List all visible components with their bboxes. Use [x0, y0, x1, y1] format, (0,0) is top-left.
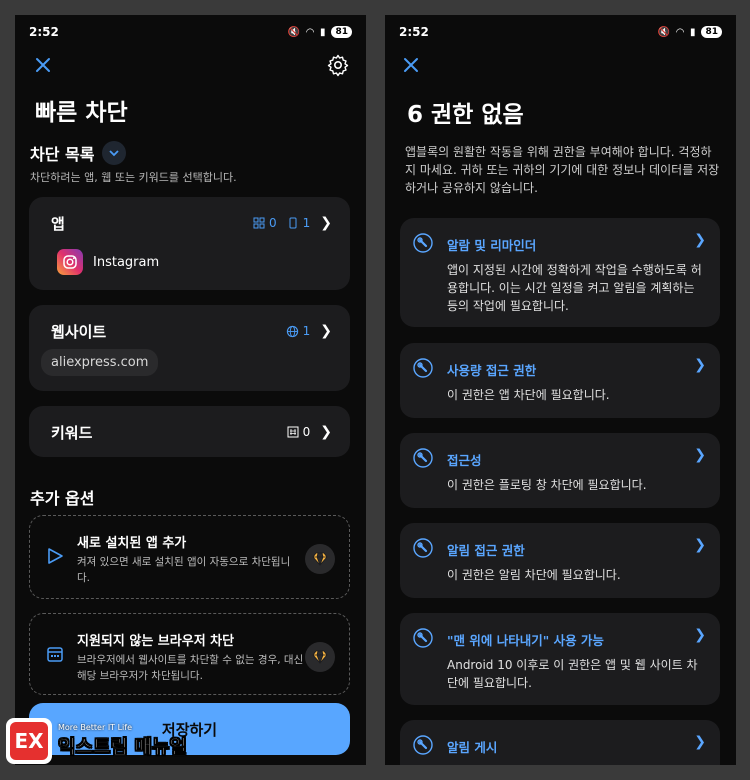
block-list-header: 차단 목록: [30, 141, 127, 165]
chevron-right-icon: ❯: [320, 424, 332, 440]
mute-icon: 🔇: [657, 26, 671, 38]
status-bar: 2:52 🔇 ◠ ▮ 81: [385, 15, 736, 49]
page-title: 빠른 차단: [35, 100, 128, 126]
chevron-right-icon: ❯: [320, 323, 332, 339]
chevron-right-icon: ❯: [694, 537, 706, 553]
permission-card[interactable]: 알람 및 리마인더 ❯ 앱이 지정된 시간에 정확하게 작업을 수행하도록 허용…: [400, 218, 720, 327]
permissions-screen: 2:52 🔇 ◠ ▮ 81 6 권한 없음 앱블록의 원활한 작동을 위해 권한…: [385, 15, 736, 765]
battery-icon: 81: [701, 26, 722, 38]
apps-card[interactable]: 앱 0 1 ❯ Instagram: [29, 197, 350, 290]
premium-gem-button[interactable]: [305, 544, 335, 574]
page-title: 6 권한 없음: [407, 102, 524, 128]
chevron-down-icon: [109, 150, 120, 157]
block-list-expand-button[interactable]: [102, 141, 127, 165]
logo-mark-text: EX: [10, 722, 48, 760]
permission-card[interactable]: "맨 위에 나타내기" 사용 가능 ❯ Android 10 이후로 이 권한은…: [400, 613, 720, 705]
keyword-icon: [287, 426, 299, 438]
settings-gear-icon[interactable]: [326, 53, 350, 77]
websites-card[interactable]: 웹사이트 1 ❯ aliexpress.com: [29, 305, 350, 391]
permission-desc: 이 권한은 알림 차단에 필요합니다.: [447, 568, 621, 582]
wrench-icon: [413, 628, 433, 648]
keywords-count-value: 0: [302, 425, 311, 439]
close-icon[interactable]: [31, 53, 55, 77]
status-icons: 🔇 ◠ ▮ 81: [658, 26, 722, 38]
app-item-label: Instagram: [93, 254, 160, 270]
permission-desc: 이 권한은 플로팅 창 차단에 필요합니다.: [447, 478, 647, 492]
option-new-apps[interactable]: 새로 설치된 앱 추가 켜져 있으면 새로 설치된 앱이 자동으로 차단됩니다.: [29, 515, 350, 599]
signal-icon: ▮: [689, 26, 696, 38]
mute-icon: 🔇: [287, 26, 301, 38]
watermark-logo: EX More Better IT Life 익스트림 매뉴얼: [6, 718, 187, 764]
chevron-right-icon: ❯: [694, 447, 706, 463]
permission-title: 알림 게시: [447, 740, 498, 755]
permission-card[interactable]: 알림 접근 권한 ❯ 이 권한은 알림 차단에 필요합니다.: [400, 523, 720, 598]
extra-options-heading: 추가 옵션: [30, 489, 95, 508]
wrench-icon: [413, 538, 433, 558]
status-bar: 2:52 🔇 ◠ ▮ 81: [15, 15, 366, 49]
permission-title: 알림 접근 권한: [447, 543, 525, 558]
permission-card[interactable]: 사용량 접근 권한 ❯ 이 권한은 앱 차단에 필요합니다.: [400, 343, 720, 418]
permission-title: 알람 및 리마인더: [447, 238, 537, 253]
keywords-count: 0 ❯: [287, 424, 332, 440]
permission-card[interactable]: 접근성 ❯ 이 권한은 플로팅 창 차단에 필요합니다.: [400, 433, 720, 508]
grid-apps-icon: [253, 217, 265, 229]
logo-mark: EX: [6, 718, 52, 764]
keywords-title: 키워드: [51, 424, 93, 442]
phone-icon: [289, 217, 297, 229]
chevron-right-icon: ❯: [694, 357, 706, 373]
apps-counts: 0 1 ❯: [253, 215, 332, 231]
quick-block-screen: 2:52 🔇 ◠ ▮ 81 빠른 차단 차단 목록 차단하려는 앱, 웹 또는 …: [15, 15, 366, 765]
apps-title: 앱: [51, 215, 65, 233]
websites-count-value: 1: [302, 324, 311, 338]
websites-count: 1 ❯: [286, 323, 332, 339]
battery-icon: 81: [331, 26, 352, 38]
chevron-right-icon: ❯: [320, 215, 332, 231]
premium-gem-button[interactable]: [305, 642, 335, 672]
permissions-intro: 앱블록의 원활한 작동을 위해 권한을 부여해야 합니다. 걱정하지 마세요. …: [405, 145, 720, 195]
option-unsupported-browser[interactable]: 지원되지 않는 브라우저 차단 브라우저에서 웹사이트를 차단할 수 없는 경우…: [29, 613, 350, 695]
block-list-subtitle: 차단하려는 앱, 웹 또는 키워드를 선택합니다.: [30, 171, 237, 184]
permission-card[interactable]: 알림 게시 ❯: [400, 720, 720, 765]
apps-count-b: 1: [302, 216, 311, 230]
block-list-heading: 차단 목록: [30, 145, 95, 164]
logo-name: 익스트림 매뉴얼: [58, 736, 187, 759]
option-new-apps-desc: 켜져 있으면 새로 설치된 앱이 자동으로 차단됩니다.: [77, 556, 291, 584]
logo-text: More Better IT Life 익스트림 매뉴얼: [58, 723, 187, 759]
keywords-card[interactable]: 키워드 0 ❯: [29, 406, 350, 457]
option-unsupported-browser-title: 지원되지 않는 브라우저 차단: [77, 634, 235, 649]
option-unsupported-browser-desc: 브라우저에서 웹사이트를 차단할 수 없는 경우, 대신 해당 브라우저가 차단…: [77, 654, 304, 682]
permission-desc: 앱이 지정된 시간에 정확하게 작업을 수행하도록 허용합니다. 이는 시간 일…: [447, 263, 702, 313]
websites-title: 웹사이트: [51, 323, 107, 341]
wifi-icon: ◠: [676, 26, 684, 38]
gem-icon: [312, 552, 328, 566]
permission-title: "맨 위에 나타내기" 사용 가능: [447, 633, 604, 648]
gem-icon: [312, 650, 328, 664]
permission-title: 사용량 접근 권한: [447, 363, 537, 378]
chevron-right-icon: ❯: [694, 232, 706, 248]
wrench-icon: [413, 358, 433, 378]
app-item: Instagram: [57, 249, 159, 275]
chevron-right-icon: ❯: [694, 627, 706, 643]
wifi-icon: ◠: [306, 26, 314, 38]
close-icon[interactable]: [399, 53, 423, 77]
status-time: 2:52: [29, 25, 59, 39]
website-chip[interactable]: aliexpress.com: [41, 349, 159, 376]
logo-tagline: More Better IT Life: [58, 723, 133, 732]
instagram-icon: [57, 249, 83, 275]
permission-desc: Android 10 이후로 이 권한은 앱 및 웹 사이트 차단에 필요합니다…: [447, 658, 698, 690]
option-new-apps-title: 새로 설치된 앱 추가: [77, 536, 187, 551]
globe-icon: [286, 325, 298, 337]
permission-title: 접근성: [447, 453, 482, 468]
browser-calendar-icon: [47, 647, 63, 662]
status-time: 2:52: [399, 25, 429, 39]
play-icon: [48, 548, 63, 564]
status-icons: 🔇 ◠ ▮ 81: [288, 26, 352, 38]
wrench-icon: [413, 448, 433, 468]
apps-count-a: 0: [268, 216, 277, 230]
chevron-right-icon: ❯: [694, 734, 706, 750]
wrench-icon: [413, 233, 433, 253]
wrench-icon: [413, 735, 433, 755]
permission-desc: 이 권한은 앱 차단에 필요합니다.: [447, 388, 610, 402]
signal-icon: ▮: [319, 26, 326, 38]
